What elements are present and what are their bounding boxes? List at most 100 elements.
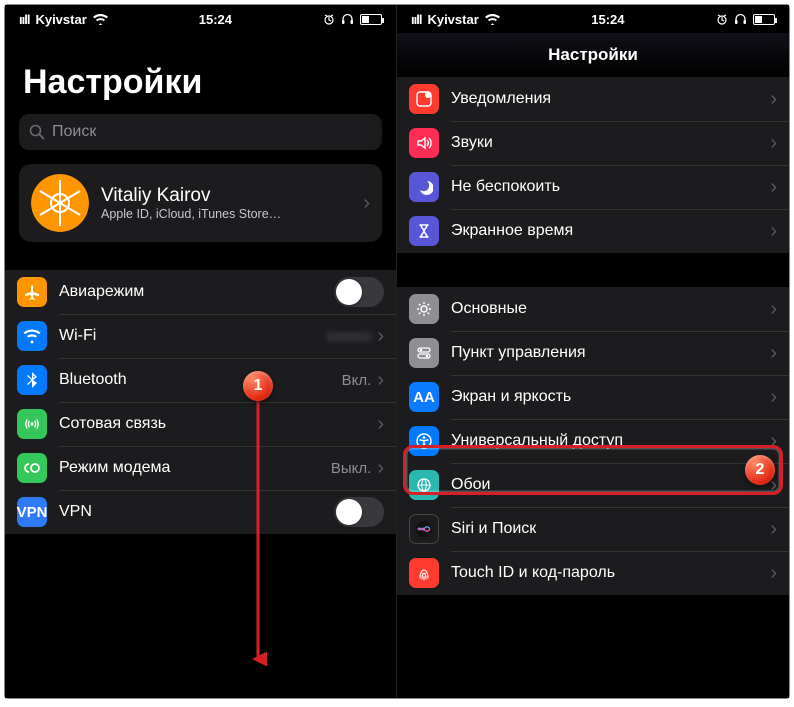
fingerprint-icon (409, 558, 439, 588)
notifications-row[interactable]: Уведомления › (397, 77, 789, 121)
airplane-icon (17, 277, 47, 307)
control-center-label: Пункт управления (451, 344, 770, 362)
settings-group-network: Авиарежим Wi-Fi xxxxxx › Bluetooth Вкл. … (5, 270, 396, 534)
gear-icon (409, 294, 439, 324)
general-label: Основные (451, 300, 770, 318)
callout-badge-2: 2 (745, 455, 775, 485)
wifi-value: xxxxxx (326, 328, 371, 345)
bluetooth-label: Bluetooth (59, 371, 342, 389)
airplane-switch[interactable] (334, 277, 384, 307)
chevron-right-icon: › (770, 88, 777, 111)
nav-title: Настройки (397, 33, 789, 77)
profile-sub: Apple ID, iCloud, iTunes Store… (101, 207, 363, 221)
alarm-icon (323, 13, 335, 25)
wallpaper-row[interactable]: Обои › (397, 463, 789, 507)
chevron-right-icon: › (377, 325, 384, 348)
hotspot-row[interactable]: Режим модема Выкл. › (5, 446, 396, 490)
hourglass-icon (409, 216, 439, 246)
cellular-icon (17, 409, 47, 439)
battery-icon (360, 14, 382, 25)
wifi-row[interactable]: Wi-Fi xxxxxx › (5, 314, 396, 358)
dnd-label: Не беспокоить (451, 178, 770, 196)
accessibility-row[interactable]: Универсальный доступ › (397, 419, 789, 463)
hotspot-value: Выкл. (331, 460, 371, 477)
chevron-right-icon: › (377, 457, 384, 480)
siri-label: Siri и Поиск (451, 520, 770, 538)
search-placeholder: Поиск (52, 123, 96, 141)
settings-group-alerts: Уведомления › Звуки › Не беспокоить › (397, 77, 789, 253)
battery-icon (753, 14, 775, 25)
signal-icon: ııll (19, 12, 29, 27)
control-center-icon (409, 338, 439, 368)
accessibility-icon (409, 426, 439, 456)
chevron-right-icon: › (770, 518, 777, 541)
chevron-right-icon: › (770, 176, 777, 199)
vpn-label: VPN (59, 503, 334, 521)
wifi-label: Wi-Fi (59, 327, 326, 345)
screentime-label: Экранное время (451, 222, 770, 240)
siri-row[interactable]: Siri и Поиск › (397, 507, 789, 551)
moon-icon (409, 172, 439, 202)
carrier-label: Kyivstar (427, 12, 478, 27)
chevron-right-icon: › (377, 369, 384, 392)
cellular-label: Сотовая связь (59, 415, 377, 433)
screen-right: ııll Kyivstar 15:24 Настройки Уведомлени… (397, 5, 789, 698)
airplane-mode-row[interactable]: Авиарежим (5, 270, 396, 314)
accessibility-label: Универсальный доступ (451, 432, 770, 450)
avatar (31, 174, 89, 232)
cellular-row[interactable]: Сотовая связь › (5, 402, 396, 446)
alarm-icon (716, 13, 728, 25)
chevron-right-icon: › (363, 192, 370, 215)
wifi-icon (93, 14, 108, 25)
screentime-row[interactable]: Экранное время › (397, 209, 789, 253)
search-input[interactable]: Поиск (19, 114, 382, 150)
headphones-icon (341, 13, 354, 25)
vpn-icon: VPN (17, 497, 47, 527)
search-icon (29, 124, 45, 140)
profile-name: Vitaliy Kairov (101, 185, 363, 207)
sounds-row[interactable]: Звуки › (397, 121, 789, 165)
wallpaper-label: Обои (451, 476, 770, 494)
notifications-icon (409, 84, 439, 114)
hotspot-label: Режим модема (59, 459, 331, 477)
touch-id-label: Touch ID и код-пароль (451, 564, 770, 582)
chevron-right-icon: › (770, 298, 777, 321)
dnd-row[interactable]: Не беспокоить › (397, 165, 789, 209)
wifi-icon (485, 14, 500, 25)
wifi-icon (17, 321, 47, 351)
chevron-right-icon: › (377, 413, 384, 436)
bluetooth-icon (17, 365, 47, 395)
profile-meta: Vitaliy Kairov Apple ID, iCloud, iTunes … (101, 185, 363, 221)
chevron-right-icon: › (770, 562, 777, 585)
chevron-right-icon: › (770, 132, 777, 155)
settings-group-general: Основные › Пункт управления › AA Экран и… (397, 287, 789, 595)
text-size-icon: AA (409, 382, 439, 412)
chevron-right-icon: › (770, 430, 777, 453)
clock-label: 15:24 (199, 12, 232, 27)
general-row[interactable]: Основные › (397, 287, 789, 331)
screen-left: ııll Kyivstar 15:24 Настройки Поиск Vita… (5, 5, 397, 698)
airplane-label: Авиарежим (59, 283, 334, 301)
status-bar: ııll Kyivstar 15:24 (397, 5, 789, 33)
chevron-right-icon: › (770, 386, 777, 409)
hotspot-icon (17, 453, 47, 483)
bluetooth-row[interactable]: Bluetooth Вкл. › (5, 358, 396, 402)
headphones-icon (734, 13, 747, 25)
siri-icon (409, 514, 439, 544)
profile-row[interactable]: Vitaliy Kairov Apple ID, iCloud, iTunes … (19, 164, 382, 242)
signal-icon: ııll (411, 12, 421, 27)
display-label: Экран и яркость (451, 388, 770, 406)
page-title: Настройки (5, 33, 396, 114)
notifications-label: Уведомления (451, 90, 770, 108)
wallpaper-icon (409, 470, 439, 500)
clock-label: 15:24 (591, 12, 624, 27)
callout-badge-1: 1 (243, 371, 273, 401)
chevron-right-icon: › (770, 220, 777, 243)
sounds-icon (409, 128, 439, 158)
control-center-row[interactable]: Пункт управления › (397, 331, 789, 375)
vpn-row[interactable]: VPN VPN (5, 490, 396, 534)
status-bar: ııll Kyivstar 15:24 (5, 5, 396, 33)
touch-id-row[interactable]: Touch ID и код-пароль › (397, 551, 789, 595)
display-row[interactable]: AA Экран и яркость › (397, 375, 789, 419)
vpn-switch[interactable] (334, 497, 384, 527)
